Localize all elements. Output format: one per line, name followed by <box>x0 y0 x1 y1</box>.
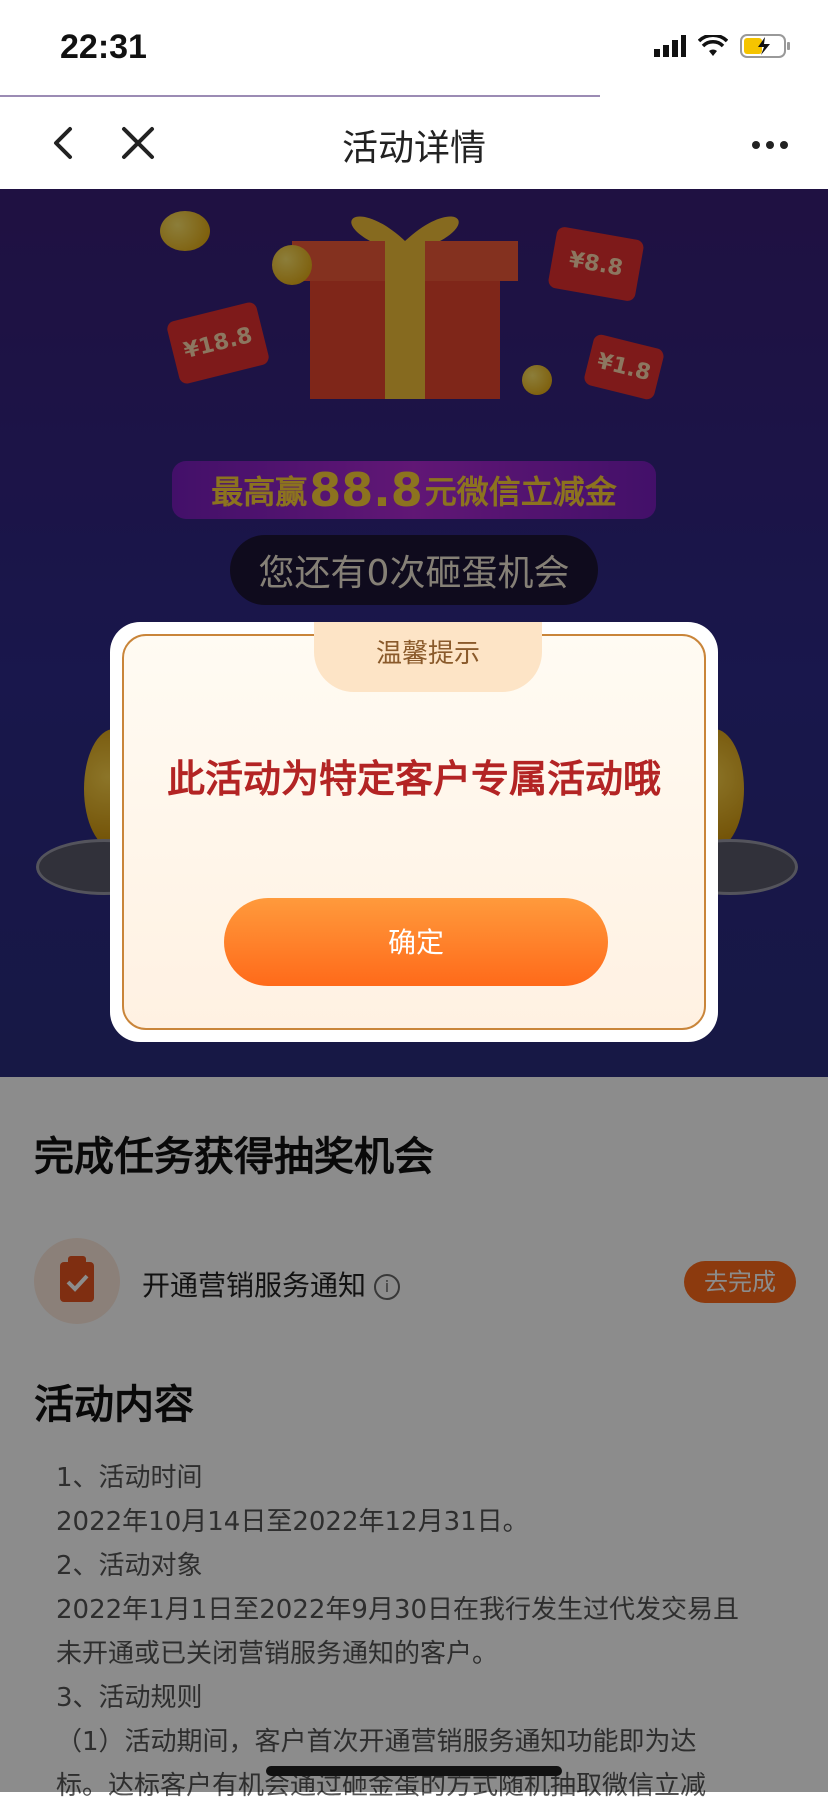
dialog-frame: 温馨提示 此活动为特定客户专属活动哦 确定 <box>122 622 706 1030</box>
battery-charging-icon <box>740 34 790 58</box>
status-bar: 22:31 <box>0 0 828 97</box>
status-icons <box>654 34 792 58</box>
page-title: 活动详情 <box>341 128 486 169</box>
more-icon[interactable] <box>742 119 798 167</box>
signal-icon <box>654 35 686 57</box>
dialog-title-tab: 温馨提示 <box>314 622 542 692</box>
home-indicator[interactable] <box>266 1766 562 1776</box>
dialog-message: 此活动为特定客户专属活动哦 <box>166 757 661 801</box>
status-time: 22:31 <box>60 28 147 66</box>
confirm-button[interactable]: 确定 <box>224 898 608 986</box>
wifi-icon <box>698 35 728 56</box>
tip-dialog: 温馨提示 此活动为特定客户专属活动哦 确定 <box>110 622 718 1042</box>
nav-bar: 活动详情 <box>0 97 828 190</box>
